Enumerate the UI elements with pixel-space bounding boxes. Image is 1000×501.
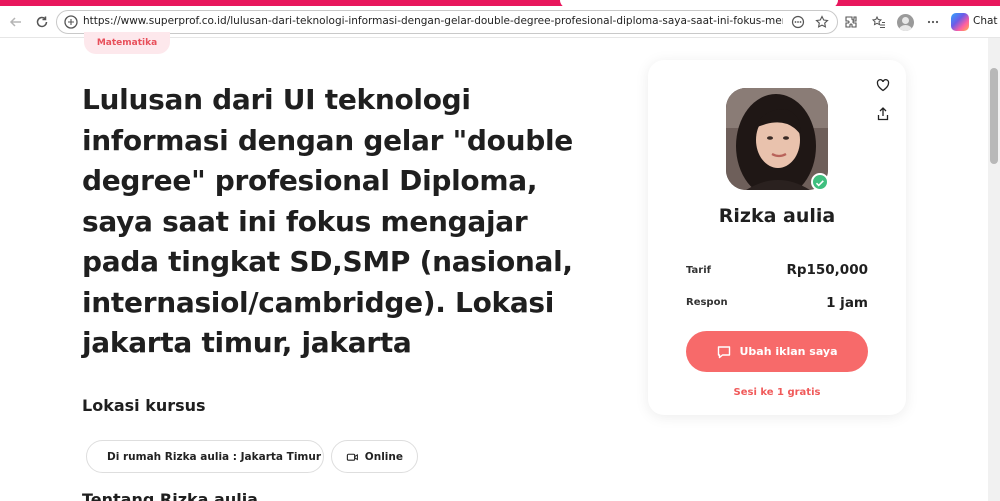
tutor-name: Rizka aulia [718, 205, 836, 227]
verified-check-icon [811, 173, 829, 191]
tutor-profile-card: Rizka aulia Tarif Rp150,000 Respon 1 jam… [648, 60, 906, 415]
more-options-icon[interactable] [790, 14, 806, 30]
share-icon[interactable] [875, 106, 891, 122]
about-section-title: Tentang Rizka aulia [82, 490, 258, 501]
scrollbar-thumb[interactable] [990, 68, 998, 164]
response-label: Respon [686, 297, 728, 308]
url-text[interactable]: https://www.superprof.co.id/lulusan-dari… [83, 15, 783, 27]
message-icon [718, 345, 731, 358]
more-menu-icon[interactable] [922, 11, 944, 33]
listing-headline: Lulusan dari UI teknologi informasi deng… [82, 83, 573, 359]
extensions-icon[interactable] [840, 11, 862, 33]
location-chip-label: Di rumah Rizka aulia : Jakarta Timur [107, 450, 322, 463]
location-chip-label: Online [364, 450, 403, 463]
rate-label: Tarif [686, 265, 711, 276]
category-badge[interactable]: Matematika [84, 32, 170, 54]
location-chip-home[interactable]: Di rumah Rizka aulia : Jakarta Timur [86, 440, 324, 473]
profile-avatar-icon[interactable] [897, 14, 914, 31]
copilot-icon[interactable] [951, 13, 969, 31]
back-arrow-icon[interactable] [4, 11, 28, 33]
chat-button-label[interactable]: Chat [973, 15, 998, 27]
rate-value: Rp150,000 [786, 262, 868, 278]
address-bar[interactable]: https://www.superprof.co.id/lulusan-dari… [56, 10, 838, 34]
location-section-title: Lokasi kursus [82, 396, 206, 415]
free-lesson-link[interactable]: Sesi ke 1 gratis [648, 387, 906, 398]
location-chip-online[interactable]: Online [331, 440, 418, 473]
response-value: 1 jam [826, 295, 868, 311]
favorite-star-icon[interactable] [814, 14, 830, 30]
video-camera-icon [346, 453, 358, 461]
reload-icon[interactable] [30, 11, 54, 33]
favorites-collection-icon[interactable] [868, 11, 890, 33]
edit-ad-button[interactable]: Ubah iklan saya [686, 331, 868, 372]
heart-icon[interactable] [875, 77, 891, 93]
site-info-icon[interactable] [63, 14, 79, 30]
edit-ad-button-label: Ubah iklan saya [739, 345, 838, 358]
